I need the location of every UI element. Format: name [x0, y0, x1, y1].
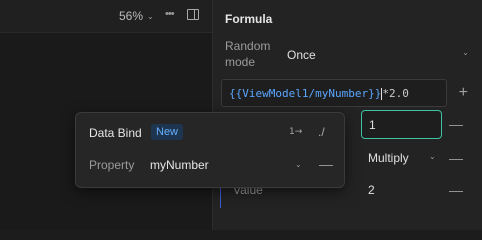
remove-icon[interactable]: — [319, 156, 333, 172]
property-label: Property [89, 158, 135, 172]
bind-converter-icon[interactable]: 1→ [289, 127, 302, 137]
new-badge: New [151, 124, 184, 140]
operation-select[interactable]: Multiply [368, 151, 409, 165]
canvas-toolbar: 56% ⌄ ••• [0, 0, 212, 33]
selection-indicator [220, 186, 221, 208]
chevron-down-icon[interactable]: ⌄ [295, 160, 302, 169]
number-input[interactable]: 1 [361, 110, 442, 139]
expression-reference: {{ViewModel1/myNumber}} [229, 87, 382, 100]
section-title: Formula [225, 12, 273, 26]
expression-input[interactable]: {{ViewModel1/myNumber}}*2.0 [221, 79, 447, 107]
expression-text: {{ViewModel1/myNumber}}*2.0 [229, 87, 409, 100]
panel-toggle-icon[interactable] [187, 9, 199, 20]
zoom-dropdown[interactable]: 56% ⌄ [119, 9, 154, 23]
number-input-value: 1 [369, 118, 376, 132]
add-icon[interactable]: + [459, 85, 468, 101]
zoom-value: 56% [119, 9, 144, 23]
relative-path-icon[interactable]: ./ [318, 125, 325, 139]
more-options-icon[interactable]: ••• [165, 8, 175, 20]
chevron-down-icon[interactable]: ⌄ [462, 48, 469, 57]
remove-icon[interactable]: — [449, 182, 463, 198]
remove-icon[interactable]: — [449, 150, 463, 166]
property-select[interactable]: myNumber [150, 158, 209, 172]
expression-tail: *2.0 [382, 87, 409, 100]
chevron-down-icon[interactable]: ⌄ [429, 152, 436, 161]
random-mode-select[interactable]: Once [287, 48, 316, 62]
random-mode-label: Random mode [225, 39, 271, 69]
data-bind-popover: Data Bind New 1→ ./ Property myNumber ⌄ … [75, 112, 345, 188]
chevron-down-icon: ⌄ [147, 11, 154, 21]
remove-icon[interactable]: — [449, 116, 463, 132]
value-field[interactable]: 2 [368, 183, 375, 197]
popover-title: Data Bind [89, 126, 142, 140]
